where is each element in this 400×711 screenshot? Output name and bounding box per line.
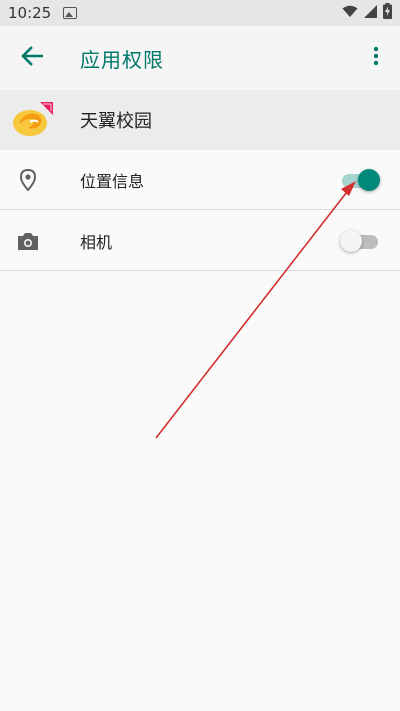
signal-icon xyxy=(364,4,377,22)
status-time: 10:25 xyxy=(8,4,52,22)
app-name: 天翼校园 xyxy=(80,111,152,132)
permission-label-location: 位置信息 xyxy=(80,171,145,191)
wifi-icon xyxy=(342,4,358,22)
location-pin-icon xyxy=(0,150,56,210)
permission-label-camera: 相机 xyxy=(80,232,113,252)
permission-row-camera[interactable]: 相机 xyxy=(0,211,400,271)
app-bar: 应用权限 xyxy=(0,26,400,90)
arrow-back-icon xyxy=(21,46,44,70)
more-options-button[interactable] xyxy=(352,26,400,90)
app-header: 天翼校园 xyxy=(0,90,400,150)
screen: 10:25 应用权限 天翼校园 位置信息 相机 xyxy=(0,0,400,711)
toggle-thumb xyxy=(340,229,362,252)
status-bar: 10:25 xyxy=(0,0,400,26)
page-title: 应用权限 xyxy=(80,47,164,72)
permission-row-location[interactable]: 位置信息 xyxy=(0,150,400,210)
image-icon xyxy=(63,7,78,19)
toggle-thumb xyxy=(358,168,380,191)
app-logo-icon xyxy=(0,90,64,150)
back-button[interactable] xyxy=(0,26,64,90)
more-vert-icon xyxy=(373,46,379,70)
location-toggle[interactable] xyxy=(342,168,380,192)
battery-charging-icon xyxy=(383,3,392,23)
status-icons xyxy=(342,3,392,23)
camera-icon xyxy=(0,211,56,271)
camera-toggle[interactable] xyxy=(340,229,378,253)
